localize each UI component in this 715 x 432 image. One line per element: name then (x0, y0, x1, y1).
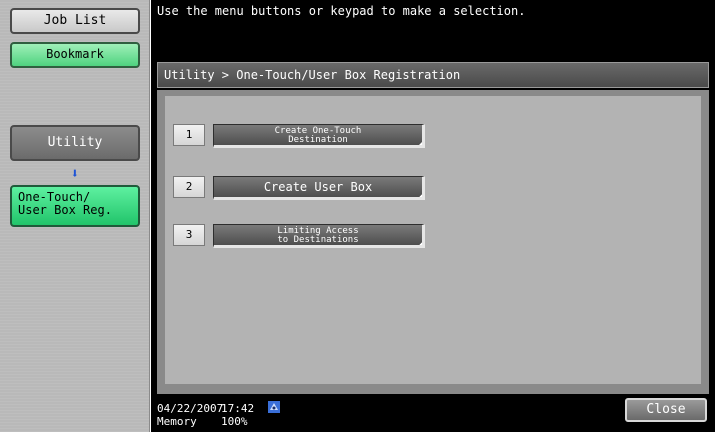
message-bar: Use the menu buttons or keypad to make a… (151, 0, 715, 56)
corner-indicator-icon (417, 192, 422, 197)
instruction-message: Use the menu buttons or keypad to make a… (157, 4, 526, 18)
main-area: Utility > One-Touch/User Box Registratio… (151, 56, 715, 396)
close-button[interactable]: Close (625, 398, 707, 422)
menu-panel-frame: 1 Create One-Touch Destination 2 Create … (157, 90, 709, 394)
status-bar: 04/22/2007 17:42 Memory 100% Close (151, 396, 715, 432)
menu-number-2: 2 (173, 176, 205, 198)
menu-label-line2: Destination (288, 135, 348, 145)
create-user-box-button[interactable]: Create User Box (213, 176, 425, 200)
menu-panel: 1 Create One-Touch Destination 2 Create … (165, 96, 701, 384)
utility-button[interactable]: Utility (10, 125, 140, 161)
job-list-button[interactable]: Job List (10, 8, 140, 34)
breadcrumb: Utility > One-Touch/User Box Registratio… (157, 62, 709, 88)
network-icon (268, 401, 280, 413)
corner-indicator-icon (417, 240, 422, 245)
menu-number-1: 1 (173, 124, 205, 146)
bookmark-button[interactable]: Bookmark (10, 42, 140, 68)
arrow-down-icon: ⬇ (70, 166, 80, 182)
current-item-line2: User Box Reg. (18, 203, 112, 217)
date-display: 04/22/2007 (157, 402, 224, 415)
one-touch-user-box-reg-button[interactable]: One-Touch/ User Box Reg. (10, 185, 140, 227)
memory-label: Memory (157, 415, 197, 428)
memory-value: 100% (221, 415, 248, 428)
time-display: 17:42 (221, 402, 255, 415)
sidebar: Job List Bookmark Utility ⬇ One-Touch/ U… (0, 0, 150, 432)
limiting-access-to-destinations-button[interactable]: Limiting Access to Destinations (213, 224, 425, 248)
menu-label: Create User Box (263, 180, 373, 194)
corner-indicator-icon (417, 140, 422, 145)
menu-number-3: 3 (173, 224, 205, 246)
create-one-touch-destination-button[interactable]: Create One-Touch Destination (213, 124, 425, 148)
menu-label-line2: to Destinations (277, 235, 359, 245)
